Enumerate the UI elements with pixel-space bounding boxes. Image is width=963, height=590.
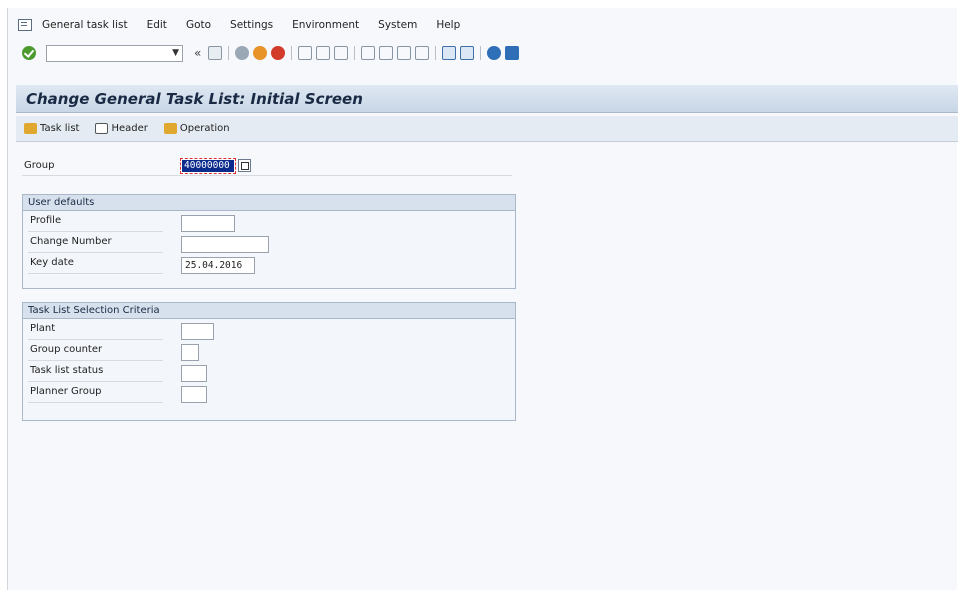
operation-button[interactable]: Operation — [163, 123, 230, 134]
save-icon[interactable] — [208, 46, 223, 60]
menu-goto[interactable]: Goto — [186, 19, 211, 31]
help-icon[interactable] — [487, 46, 502, 60]
task-list-button[interactable]: Task list — [24, 123, 79, 134]
selection-criteria-box: Task List Selection Criteria Plant Group… — [22, 302, 516, 421]
plant-input[interactable] — [181, 323, 214, 340]
header-label: Header — [111, 123, 148, 134]
profile-input[interactable] — [181, 215, 235, 232]
header-button[interactable]: Header — [95, 123, 148, 134]
key-date-input[interactable]: 25.04.2016 — [181, 257, 255, 274]
menu-system[interactable]: System — [378, 19, 417, 31]
previous-page-icon[interactable] — [379, 46, 394, 60]
group-input[interactable]: 40000000 — [180, 158, 236, 174]
toolbar-separator — [228, 46, 230, 60]
key-date-label: Key date — [30, 257, 74, 268]
task-list-label: Task list — [40, 123, 80, 134]
menu-help[interactable]: Help — [436, 19, 460, 31]
planner-group-input[interactable] — [181, 386, 207, 403]
back-icon[interactable] — [235, 46, 250, 60]
find-next-icon[interactable] — [334, 46, 349, 60]
group-counter-row: Group counter — [28, 340, 163, 361]
next-page-icon[interactable] — [397, 46, 412, 60]
collapse-command-icon[interactable]: « — [194, 46, 201, 60]
create-session-icon[interactable] — [442, 46, 457, 60]
selection-criteria-title: Task List Selection Criteria — [23, 303, 515, 319]
change-number-row: Change Number — [28, 232, 163, 253]
profile-label: Profile — [30, 215, 62, 226]
screen-title-bar: Change General Task List: Initial Screen — [16, 85, 958, 113]
exit-icon[interactable] — [253, 46, 268, 60]
chevron-down-icon[interactable]: ▼ — [172, 48, 179, 58]
menu-edit[interactable]: Edit — [147, 19, 167, 31]
toolbar-separator — [435, 46, 437, 60]
plant-label: Plant — [30, 323, 56, 334]
customize-layout-icon[interactable] — [505, 46, 520, 60]
system-menu-icon[interactable] — [18, 19, 32, 31]
group-counter-input[interactable] — [181, 344, 199, 361]
change-number-input[interactable] — [181, 236, 269, 253]
value-help-icon[interactable] — [238, 159, 251, 172]
profile-row: Profile — [28, 211, 163, 232]
standard-toolbar: ▼ « — [8, 41, 957, 65]
task-list-icon — [24, 123, 37, 134]
header-icon — [95, 123, 109, 134]
planner-group-label: Planner Group — [30, 386, 102, 397]
operation-label: Operation — [179, 123, 230, 134]
group-value: 40000000 — [182, 160, 234, 172]
cancel-icon[interactable] — [271, 46, 286, 60]
enter-check-icon[interactable] — [22, 46, 36, 60]
change-number-label: Change Number — [30, 236, 112, 247]
print-icon[interactable] — [298, 46, 313, 60]
first-page-icon[interactable] — [361, 46, 376, 60]
task-list-status-row: Task list status — [28, 361, 163, 382]
shortcut-icon[interactable] — [460, 46, 475, 60]
task-list-status-label: Task list status — [30, 365, 104, 376]
planner-group-row: Planner Group — [28, 382, 163, 403]
application-toolbar: Task list Header Operation — [16, 116, 958, 142]
menu-bar: General task list Edit Goto Settings Env… — [8, 14, 957, 36]
group-counter-label: Group counter — [30, 344, 103, 355]
toolbar-separator — [291, 46, 293, 60]
toolbar-separator — [480, 46, 482, 60]
group-label: Group — [24, 160, 55, 171]
page-title: Change General Task List: Initial Screen — [26, 89, 363, 108]
plant-row: Plant — [28, 319, 163, 340]
sap-window: General task list Edit Goto Settings Env… — [7, 8, 958, 590]
group-row: Group 40000000 — [22, 156, 512, 176]
command-field[interactable]: ▼ — [46, 44, 183, 62]
key-date-row: Key date — [28, 253, 163, 274]
operation-icon — [163, 123, 177, 134]
menu-settings[interactable]: Settings — [230, 19, 273, 31]
user-defaults-title: User defaults — [23, 195, 515, 211]
toolbar-separator — [354, 46, 356, 60]
task-list-status-input[interactable] — [181, 365, 207, 382]
find-icon[interactable] — [316, 46, 331, 60]
menu-environment[interactable]: Environment — [292, 19, 359, 31]
menu-general-task-list[interactable]: General task list — [42, 19, 128, 31]
last-page-icon[interactable] — [415, 46, 430, 60]
user-defaults-box: User defaults Profile Change Number Key … — [22, 194, 516, 289]
